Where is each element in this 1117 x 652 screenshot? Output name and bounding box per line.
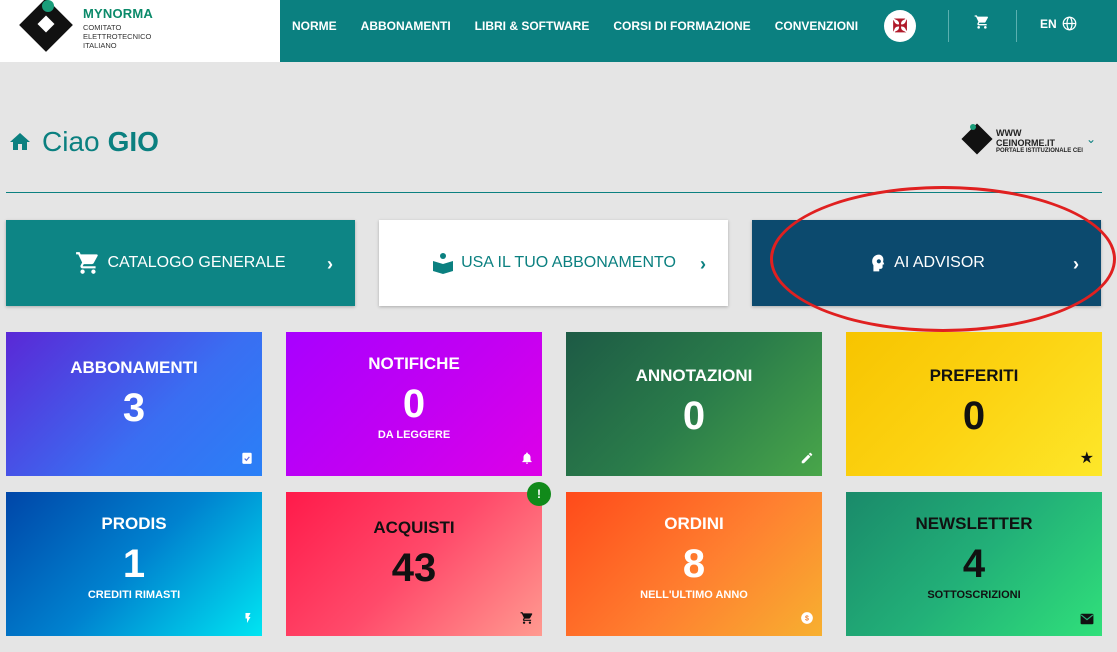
nav-convenzioni[interactable]: CONVENZIONI [775, 19, 858, 33]
tile-title: PREFERITI [929, 366, 1019, 385]
greeting-hello: Ciao [42, 126, 100, 157]
brand-subtitle: COMITATO ELETTROTECNICO ITALIANO [83, 23, 152, 50]
envelope-icon [1080, 613, 1094, 628]
catalogo-generale-button[interactable]: CATALOGO GENERALE › [6, 220, 355, 306]
nav-abbonamenti[interactable]: ABBONAMENTI [361, 19, 451, 33]
tile-value: 1 [122, 542, 146, 586]
tile-prodis[interactable]: PRODIS 1 CREDITI RIMASTI [6, 492, 262, 636]
header-separator [1016, 10, 1017, 42]
mynorma-logo[interactable]: MYNORMA COMITATO ELETTROTECNICO ITALIANO [0, 0, 280, 62]
tile-value: 3 [122, 386, 146, 430]
tile-title: ABBONAMENTI [70, 358, 198, 377]
tile-subtitle: DA LEGGERE [377, 429, 451, 441]
lightning-icon [242, 611, 254, 628]
tile-newsletter[interactable]: NEWSLETTER 4 SOTTOSCRIZIONI [846, 492, 1102, 636]
reader-book-icon [433, 253, 454, 274]
nav-norme[interactable]: NORME [292, 19, 337, 33]
chevron-down-icon[interactable]: ⌄ [1086, 132, 1096, 146]
cart-icon [76, 252, 99, 274]
tile-preferiti[interactable]: PREFERITI 0 ★ [846, 332, 1102, 476]
chevron-right-icon: › [700, 254, 706, 274]
tile-value: 8 [682, 542, 706, 586]
acquisti-alert-badge: ! [527, 482, 551, 506]
tile-value: 0 [402, 382, 426, 426]
section-divider [6, 192, 1102, 193]
chevron-right-icon: › [1073, 254, 1079, 274]
top-header: MYNORMA COMITATO ELETTROTECNICO ITALIANO… [0, 0, 1117, 62]
tile-title: PRODIS [101, 514, 167, 533]
nav-libri-software[interactable]: LIBRI & SOFTWARE [475, 19, 590, 33]
portal-link[interactable]: WWW CEINORME.IT PORTALE ISTITUZIONALE CE… [958, 123, 1098, 160]
bell-icon [520, 451, 534, 468]
cart-icon[interactable] [974, 14, 990, 35]
nav-corsi[interactable]: CORSI DI FORMAZIONE [613, 19, 750, 33]
language-selector[interactable]: EN [1040, 16, 1077, 31]
user-emblem-icon[interactable]: ✠ [884, 10, 916, 42]
tile-subtitle: SOTTOSCRIZIONI [927, 589, 1021, 601]
tile-title: ACQUISTI [373, 518, 455, 537]
tile-annotazioni[interactable]: ANNOTAZIONI 0 [566, 332, 822, 476]
greeting-username: GIO [107, 126, 159, 157]
tile-value: 4 [962, 542, 986, 586]
cei-logo-icon [961, 123, 993, 155]
usa-abbonamento-button[interactable]: USA IL TUO ABBONAMENTO › [379, 220, 728, 306]
tile-subtitle: CREDITI RIMASTI [87, 589, 181, 601]
portal-caption: PORTALE ISTITUZIONALE CEI [996, 148, 1083, 154]
svg-text:$: $ [805, 615, 809, 622]
tile-title: ORDINI [664, 514, 724, 533]
brand-name: MYNORMA [83, 6, 154, 21]
clipboard-check-icon [240, 451, 254, 468]
tile-ordini[interactable]: ORDINI 8 NELL'ULTIMO ANNO $ [566, 492, 822, 636]
usa-abbonamento-label: USA IL TUO ABBONAMENTO [461, 254, 676, 271]
tile-value: 0 [962, 394, 986, 438]
cart-icon [520, 611, 534, 628]
home-icon[interactable] [8, 130, 32, 154]
tile-acquisti[interactable]: ACQUISTI 43 [286, 492, 542, 636]
portal-domain: CEINORME.IT [996, 138, 1056, 148]
globe-icon [1062, 16, 1077, 31]
language-label: EN [1040, 16, 1057, 31]
header-separator [948, 10, 949, 42]
greeting: Ciao GIO [8, 126, 159, 158]
tile-subtitle: NELL'ULTIMO ANNO [640, 589, 748, 601]
coin-icon: $ [800, 611, 814, 628]
catalogo-label: CATALOGO GENERALE [107, 254, 286, 271]
tile-notifiche[interactable]: NOTIFICHE 0 DA LEGGERE [286, 332, 542, 476]
tile-value: 0 [682, 394, 706, 438]
head-gear-icon [872, 254, 885, 272]
chevron-right-icon: › [327, 254, 333, 274]
tile-title: NOTIFICHE [368, 354, 460, 373]
ai-advisor-button[interactable]: AI ADVISOR › [752, 220, 1101, 306]
star-icon: ★ [1079, 450, 1094, 467]
pencil-icon [800, 451, 814, 468]
main-nav: NORME ABBONAMENTI LIBRI & SOFTWARE CORSI… [292, 19, 882, 33]
ai-advisor-label: AI ADVISOR [894, 254, 985, 271]
tile-title: ANNOTAZIONI [635, 366, 753, 385]
tile-title: NEWSLETTER [915, 514, 1033, 533]
tile-value: 43 [391, 546, 437, 590]
tile-abbonamenti[interactable]: ABBONAMENTI 3 [6, 332, 262, 476]
portal-www: WWW [996, 128, 1022, 138]
